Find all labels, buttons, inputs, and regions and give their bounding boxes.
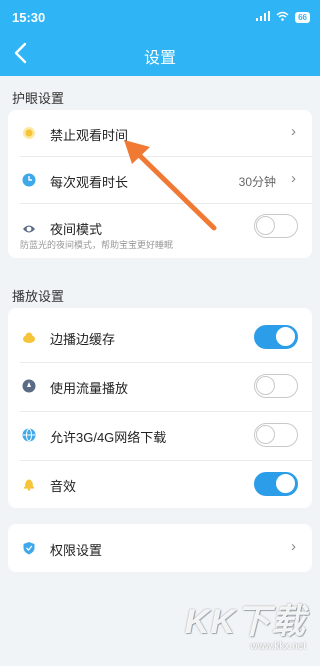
annotation-arrow <box>131 147 217 231</box>
watermark-logo: KK下载 <box>184 603 306 641</box>
annotation-arrow-overlay <box>124 140 217 231</box>
watermark: KK下载 www.kkx.net <box>185 594 306 652</box>
